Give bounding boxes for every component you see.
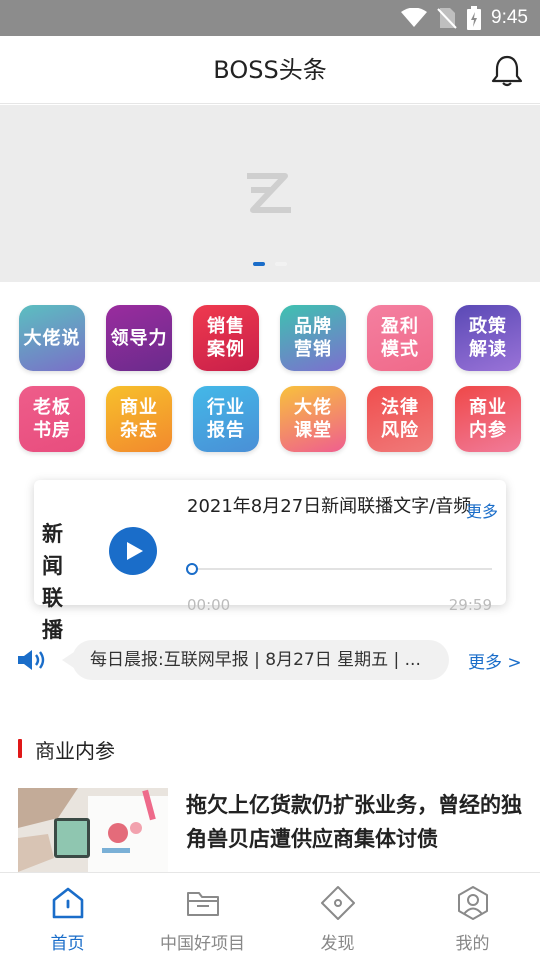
profile-icon xyxy=(457,886,488,920)
folder-icon xyxy=(186,892,219,916)
tab-label: 发现 xyxy=(320,934,355,954)
speaker-icon xyxy=(18,650,45,670)
home-icon xyxy=(52,887,83,919)
current-time: 00:00 xyxy=(187,596,231,614)
category-lingdaoli[interactable]: 领导力 xyxy=(106,305,172,371)
news-player-card[interactable]: 新 闻 联 播 2021年8月27日新闻联播文字/音频 更多 00:00 29:… xyxy=(34,480,506,642)
duration: 29:59 xyxy=(448,596,492,614)
play-icon xyxy=(127,542,143,560)
category-laoban[interactable]: 老板 书房 xyxy=(19,386,85,452)
category-yingli[interactable]: 盈利 模式 xyxy=(367,305,433,371)
category-label: 法律 风险 xyxy=(381,397,419,441)
news-player-title[interactable]: 2021年8月27日新闻联播文字/音频 xyxy=(187,494,497,519)
category-label: 销售 案例 xyxy=(207,316,245,360)
carousel-dot[interactable] xyxy=(275,262,287,266)
category-label: 大佬 课堂 xyxy=(294,397,332,441)
category-label: 商业 杂志 xyxy=(120,397,158,441)
category-label: 政策 解读 xyxy=(469,316,507,360)
category-dalaoshuo[interactable]: 大佬说 xyxy=(19,305,85,371)
category-zhengce[interactable]: 政策 解读 xyxy=(455,305,521,371)
carousel-dot-active[interactable] xyxy=(253,262,265,266)
status-icons: 9:45 xyxy=(401,0,528,36)
battery-charging-icon xyxy=(467,6,482,30)
placeholder-logo-icon xyxy=(247,173,291,213)
category-xiaoshou[interactable]: 销售 案例 xyxy=(193,305,259,371)
banner-carousel[interactable] xyxy=(0,105,540,282)
tab-discover[interactable]: 发现 xyxy=(270,873,405,960)
category-label: 大佬说 xyxy=(23,327,81,349)
category-pinpai[interactable]: 品牌 营销 xyxy=(280,305,346,371)
news-more-link[interactable]: 更多 xyxy=(466,498,498,522)
tab-profile[interactable]: 我的 xyxy=(405,873,540,960)
section-accent-bar xyxy=(18,739,22,758)
category-label: 行业 报告 xyxy=(207,397,245,441)
category-label: 品牌 营销 xyxy=(294,316,332,360)
article-thumbnail[interactable] xyxy=(18,788,168,872)
progress-knob[interactable] xyxy=(186,563,198,575)
tab-label: 中国好项目 xyxy=(160,934,245,954)
category-label: 老板 书房 xyxy=(33,397,71,441)
category-zazhi[interactable]: 商业 杂志 xyxy=(106,386,172,452)
progress-track[interactable] xyxy=(192,568,492,570)
category-label: 领导力 xyxy=(110,327,168,349)
category-baogao[interactable]: 行业 报告 xyxy=(193,386,259,452)
section-title: 商业内参 xyxy=(35,739,115,763)
no-sim-icon xyxy=(437,8,457,29)
tab-projects[interactable]: 中国好项目 xyxy=(135,873,270,960)
page-title: BOSS头条 xyxy=(213,56,327,84)
status-time: 9:45 xyxy=(491,7,528,28)
tab-label: 我的 xyxy=(455,934,490,954)
wifi-icon xyxy=(401,8,428,27)
status-bar: 9:45 xyxy=(0,0,540,36)
ticker-text[interactable]: 每日晨报:互联网早报 | 8月27日 星期五 | ... xyxy=(90,640,430,680)
discover-icon xyxy=(320,886,355,920)
bottom-tab-bar: 首页 中国好项目 发现 我的 xyxy=(0,872,540,960)
app-header: BOSS头条 xyxy=(0,36,540,104)
category-label: 商业 内参 xyxy=(469,397,507,441)
tab-label: 首页 xyxy=(50,934,85,954)
ticker-more-link[interactable]: 更多 > xyxy=(468,648,522,673)
article-thumbnail-image xyxy=(18,788,168,872)
play-button[interactable] xyxy=(109,527,157,575)
category-neican[interactable]: 商业 内参 xyxy=(455,386,521,452)
category-falv[interactable]: 法律 风险 xyxy=(367,386,433,452)
article-title[interactable]: 拖欠上亿货款仍扩张业务，曾经的独角兽贝店遭供应商集体讨债 xyxy=(186,788,531,856)
category-ketang[interactable]: 大佬 课堂 xyxy=(280,386,346,452)
category-label: 盈利 模式 xyxy=(381,316,419,360)
notification-bell-icon[interactable] xyxy=(490,54,524,88)
news-player-label: 新 闻 联 播 xyxy=(42,522,67,642)
tab-home[interactable]: 首页 xyxy=(0,873,135,960)
